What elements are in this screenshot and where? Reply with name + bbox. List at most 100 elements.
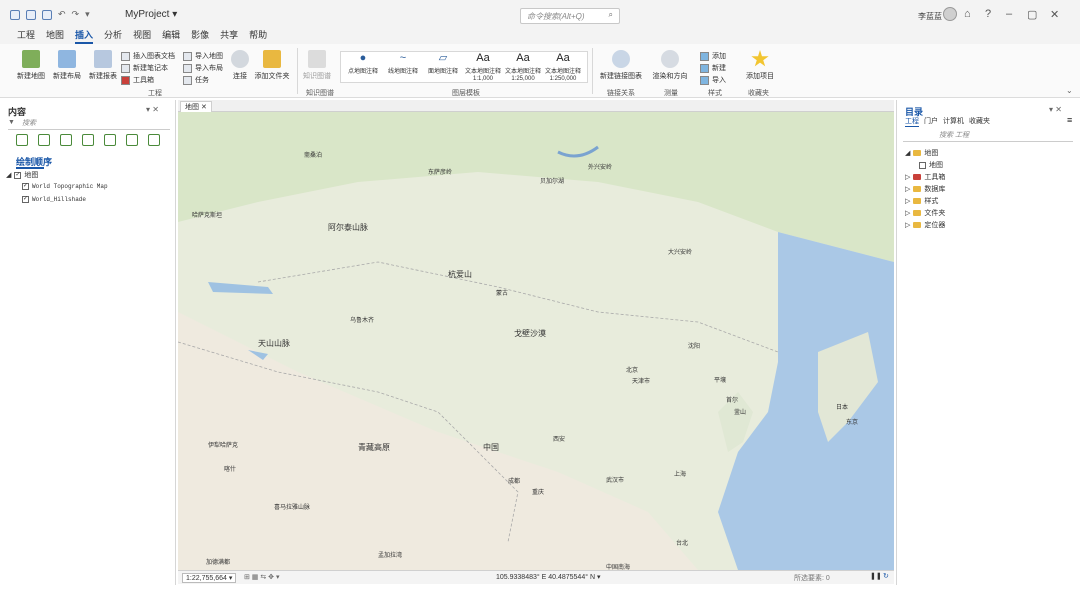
refresh-icon[interactable]: ↻ [883,572,889,580]
tab-project[interactable]: 工程 [905,116,919,127]
tab-insert[interactable]: 插入 [75,28,94,44]
coordinate-readout[interactable]: 105.9338483° E 40.4875544° N ▾ [496,573,600,581]
tab-share[interactable]: 共享 [220,28,238,44]
list-by-labeling-icon[interactable] [126,134,138,146]
gallery-item[interactable]: ▱ 面地图注释 [423,53,463,76]
list-by-snapping-icon[interactable] [104,134,116,146]
undo-icon[interactable]: ↶ [58,9,66,20]
command-search-input[interactable]: 命令搜索(Alt+Q) ⌕ [520,8,620,24]
list-by-selection-icon[interactable] [60,134,72,146]
catalog-item-maps[interactable]: ◢ 地图 [905,148,938,158]
list-by-perspective-icon[interactable] [148,134,160,146]
map-label: 喀什 [224,467,237,473]
import-map-button[interactable]: 导入地图 [183,51,223,61]
gallery-item[interactable]: Aa 文本地图注释 1:1,000 [463,53,503,83]
map-label: 沈阳 [688,344,701,350]
tab-help[interactable]: 帮助 [249,28,267,44]
scale-selector[interactable]: 1:22,755,664 ▾ [182,573,237,583]
map-label: 东京 [846,420,859,426]
add-item-button[interactable]: 添加项目 [744,50,776,81]
add-style-button[interactable]: 添加 [700,51,726,61]
map-label: 阿尔泰山脉 [328,223,368,232]
map-label: 哈萨克斯坦 [192,213,223,219]
catalog-item-locators[interactable]: ▷ 定位器 [905,220,945,230]
tab-project[interactable]: 工程 [17,28,35,44]
map-label: 武汉市 [606,478,625,484]
map-label: 外兴安岭 [588,165,613,171]
contents-search-input[interactable]: 搜索 [8,118,170,130]
new-report-button[interactable]: 新建报表 [88,50,118,81]
tab-computer[interactable]: 计算机 [943,116,964,127]
close-button[interactable]: ✕ [1050,8,1059,21]
layer-item[interactable]: ✓ World_Hillshade [22,196,86,203]
list-by-source-icon[interactable] [38,134,50,146]
import-layout-button[interactable]: 导入布局 [183,63,223,73]
catalog-item-toolbox[interactable]: ▷ 工具箱 [905,172,945,182]
menu-icon[interactable]: ≡ [1067,115,1072,125]
gallery-item[interactable]: ~ 线地图注释 [383,53,423,76]
catalog-pane: 目录 ▾ ✕ 工程 门户 计算机 收藏夹 ≡ 搜索 工程 ◢ 地图 地图 ▷ 工具箱… [896,100,1080,585]
tab-view[interactable]: 视图 [133,28,151,44]
tree-node-map[interactable]: ◢ ✓ 地图 [6,170,38,180]
gallery-item[interactable]: ● 点地图注释 [343,53,383,76]
pane-options-icon[interactable]: ▾ ✕ [146,105,159,114]
catalog-search-input[interactable]: 搜索 工程 [903,130,1073,142]
save-icon[interactable] [42,9,52,20]
minimize-button[interactable]: – [1006,8,1012,20]
search-icon: ⌕ [608,10,613,19]
new-link-chart-button[interactable]: 新建链接图表 [598,50,644,81]
list-by-editing-icon[interactable] [82,134,94,146]
pause-icon[interactable]: ❚❚ [870,572,882,580]
tab-favorites[interactable]: 收藏夹 [969,116,990,127]
add-folder-button[interactable]: 添加文件夹 [254,50,290,81]
map-view[interactable]: 斋桑泊 东萨彦岭 贝加尔湖 外兴安岭 阿尔泰山脉 哈萨克斯坦 杭爱山 蒙古 大兴… [178,112,894,570]
map-label: 台北 [676,541,689,547]
catalog-item-databases[interactable]: ▷ 数据库 [905,184,945,194]
filter-icon[interactable]: ▼ [8,119,15,126]
map-label: 乌鲁木齐 [350,318,375,324]
new-project-icon[interactable] [10,9,20,20]
catalog-item-map[interactable]: 地图 [919,160,943,170]
tab-map-view[interactable]: 地图 ✕ [180,101,212,112]
tab-imagery[interactable]: 影像 [191,28,209,44]
project-name[interactable]: MyProject ▾ [125,9,177,20]
direction-distance-button[interactable]: 渲染和方向 [652,50,688,81]
maximize-button[interactable]: ▢ [1027,8,1037,21]
avatar[interactable] [943,7,957,21]
insert-doc-button[interactable]: 插入图表文档 [121,51,175,61]
connect-button[interactable]: 连接 [228,50,252,81]
list-by-drawing-order-icon[interactable] [16,134,28,146]
annotation-gallery[interactable]: ● 点地图注释 ~ 线地图注释 ▱ 面地图注释 Aa 文本地图注释 1:1,000 Aa 文… [340,51,588,83]
new-style-button[interactable]: 新建 [700,63,726,73]
tab-edit[interactable]: 编辑 [162,28,180,44]
new-layout-button[interactable]: 新建布局 [52,50,82,81]
tab-analysis[interactable]: 分析 [104,28,122,44]
gallery-item[interactable]: Aa 文本地图注释 1:25,000 [503,53,543,83]
notification-icon[interactable]: ⌂ [964,8,971,20]
redo-icon[interactable]: ↷ [72,9,80,20]
tab-portal[interactable]: 门户 [924,116,938,127]
import-style-button[interactable]: 导入 [700,75,726,85]
new-notebook-button[interactable]: 新建笔记本 [121,63,168,73]
new-map-button[interactable]: 新建地图 [16,50,46,81]
collapse-ribbon-icon[interactable]: ⌄ [1066,86,1073,95]
task-button[interactable]: 任务 [183,75,209,85]
map-label: 伊犁哈萨克 [208,443,239,449]
open-project-icon[interactable] [26,9,36,20]
pane-options-icon[interactable]: ▾ ✕ [1049,105,1062,114]
contents-toolbar [16,134,160,146]
catalog-item-folders[interactable]: ▷ 文件夹 [905,208,945,218]
catalog-item-styles[interactable]: ▷ 样式 [905,196,938,206]
layer-item[interactable]: ✓ World Topographic Map [22,183,108,190]
new-knowledge-graph-button[interactable]: 知识图谱 [302,50,332,81]
help-button[interactable]: ? [985,8,991,20]
map-label: 青藏高原 [358,443,390,452]
toolbox-button[interactable]: 工具箱 [121,75,154,85]
user-name[interactable]: 李蓝蓝 [918,11,942,22]
gallery-item[interactable]: Aa 文本地图注释 1:250,000 [543,53,583,83]
group-label-link: 链接关系 [607,90,635,97]
navigation-tools-icon[interactable]: ⊞ ▦ ⇆ ✥ ▾ [244,573,280,581]
tab-map[interactable]: 地图 [46,28,64,44]
customize-icon[interactable]: ▾ [85,9,90,20]
map-label: 北京 [626,368,639,374]
